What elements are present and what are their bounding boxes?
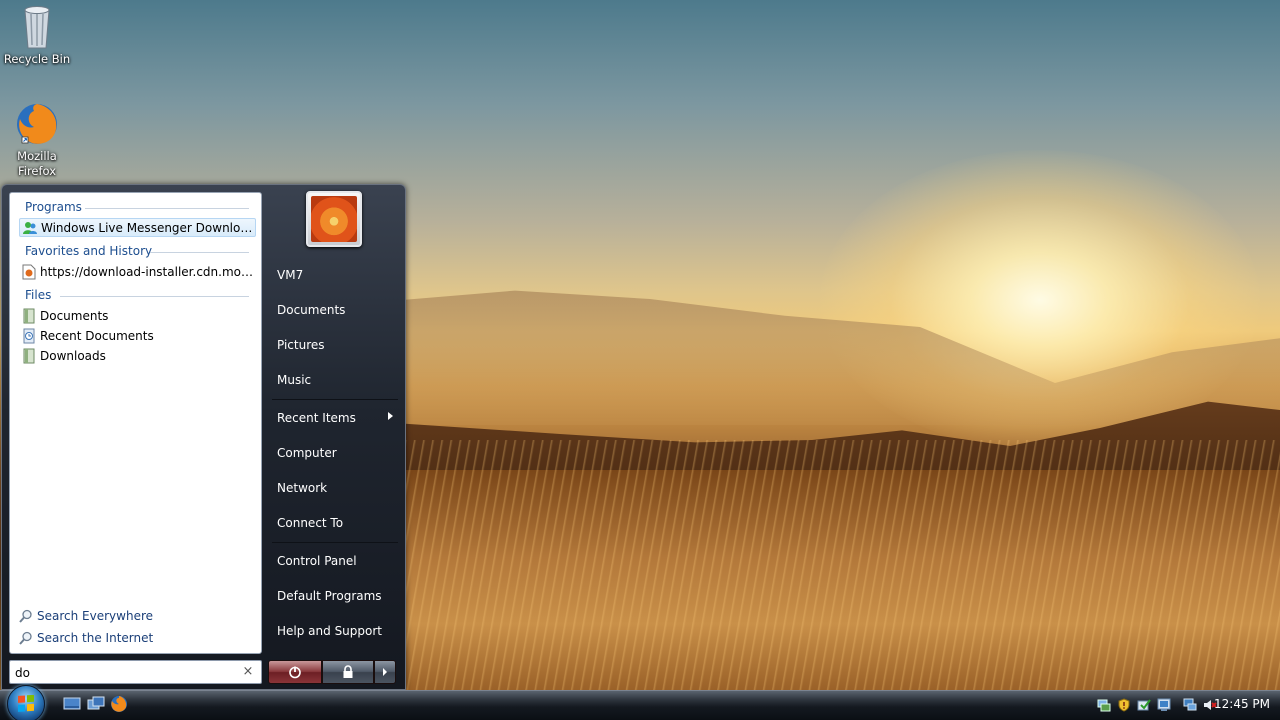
firefox-label: Mozilla Firefox (17, 149, 57, 178)
start-search-box[interactable]: × (9, 660, 262, 684)
recycle-bin-label: Recycle Bin (3, 52, 71, 66)
start-menu: Programs Windows Live Messenger Download… (1, 184, 406, 690)
desktop-icon-recycle-bin[interactable]: Recycle Bin (0, 2, 74, 67)
search-icon (18, 630, 34, 646)
start-button[interactable] (4, 685, 48, 720)
security-shield-icon[interactable] (1116, 697, 1132, 713)
lock-button[interactable] (322, 660, 374, 684)
firefox-icon (17, 104, 57, 144)
wallpaper-grass (380, 440, 1280, 690)
recent-items-link[interactable]: Recent Items (271, 402, 399, 433)
search-results-pane: Programs Windows Live Messenger Download… (9, 192, 262, 654)
search-everywhere-link[interactable]: Search Everywhere (18, 607, 153, 625)
show-desktop-icon[interactable] (62, 694, 82, 714)
display-icon[interactable] (1182, 697, 1198, 713)
library-icon (21, 308, 37, 324)
power-controls (268, 660, 396, 684)
pictures-link[interactable]: Pictures (271, 329, 399, 360)
shutdown-options-button[interactable] (374, 660, 396, 684)
submenu-arrow-icon (388, 412, 393, 420)
menu-separator (272, 542, 398, 543)
search-internet-link[interactable]: Search the Internet (18, 629, 153, 647)
switch-windows-icon[interactable] (86, 694, 106, 714)
section-header-favorites: Favorites and History (25, 244, 153, 258)
user-folder-link[interactable]: VM7 (271, 259, 399, 290)
documents-link[interactable]: Documents (271, 294, 399, 325)
search-icon (18, 608, 34, 624)
lock-icon (343, 665, 353, 678)
messenger-icon (22, 220, 38, 236)
section-header-files: Files (25, 288, 52, 302)
library-icon (21, 348, 37, 364)
result-downloads[interactable]: Downloads (19, 346, 256, 365)
default-programs-link[interactable]: Default Programs (271, 580, 399, 611)
clear-search-icon[interactable]: × (241, 664, 255, 680)
taskbar-clock[interactable]: 12:45 PM (1212, 697, 1272, 713)
recent-documents-icon (21, 328, 37, 344)
help-and-support-link[interactable]: Help and Support (271, 615, 399, 646)
taskbar (0, 690, 1280, 720)
result-recent-documents[interactable]: Recent Documents (19, 326, 256, 345)
windows-logo-icon (7, 685, 45, 720)
system-tray (1094, 693, 1220, 717)
search-input[interactable] (15, 664, 235, 681)
section-divider (85, 208, 249, 209)
network-link[interactable]: Network (271, 472, 399, 503)
computer-link[interactable]: Computer (271, 437, 399, 468)
result-mozilla-download-link[interactable]: https://download-installer.cdn.mozilla..… (19, 262, 256, 281)
action-center-icon[interactable] (1156, 697, 1172, 713)
power-button[interactable] (268, 660, 322, 684)
music-link[interactable]: Music (271, 364, 399, 395)
result-windows-live-messenger[interactable]: Windows Live Messenger Download (19, 218, 256, 237)
control-panel-link[interactable]: Control Panel (271, 545, 399, 576)
network-status-icon[interactable] (1096, 697, 1112, 713)
web-page-icon (21, 264, 37, 280)
power-icon (289, 666, 301, 679)
arrow-right-icon (383, 668, 387, 676)
windows-update-icon[interactable] (1136, 697, 1152, 713)
result-documents[interactable]: Documents (19, 306, 256, 325)
section-divider (150, 252, 249, 253)
user-avatar-flower (311, 196, 357, 242)
connect-to-link[interactable]: Connect To (271, 507, 399, 538)
section-divider (60, 296, 249, 297)
firefox-quicklaunch-icon[interactable] (109, 694, 129, 714)
desktop-icon-firefox[interactable]: Mozilla Firefox (0, 101, 74, 179)
recycle-bin-icon (24, 6, 50, 49)
section-header-programs: Programs (25, 200, 82, 214)
user-picture[interactable] (306, 191, 362, 247)
menu-separator (272, 399, 398, 400)
